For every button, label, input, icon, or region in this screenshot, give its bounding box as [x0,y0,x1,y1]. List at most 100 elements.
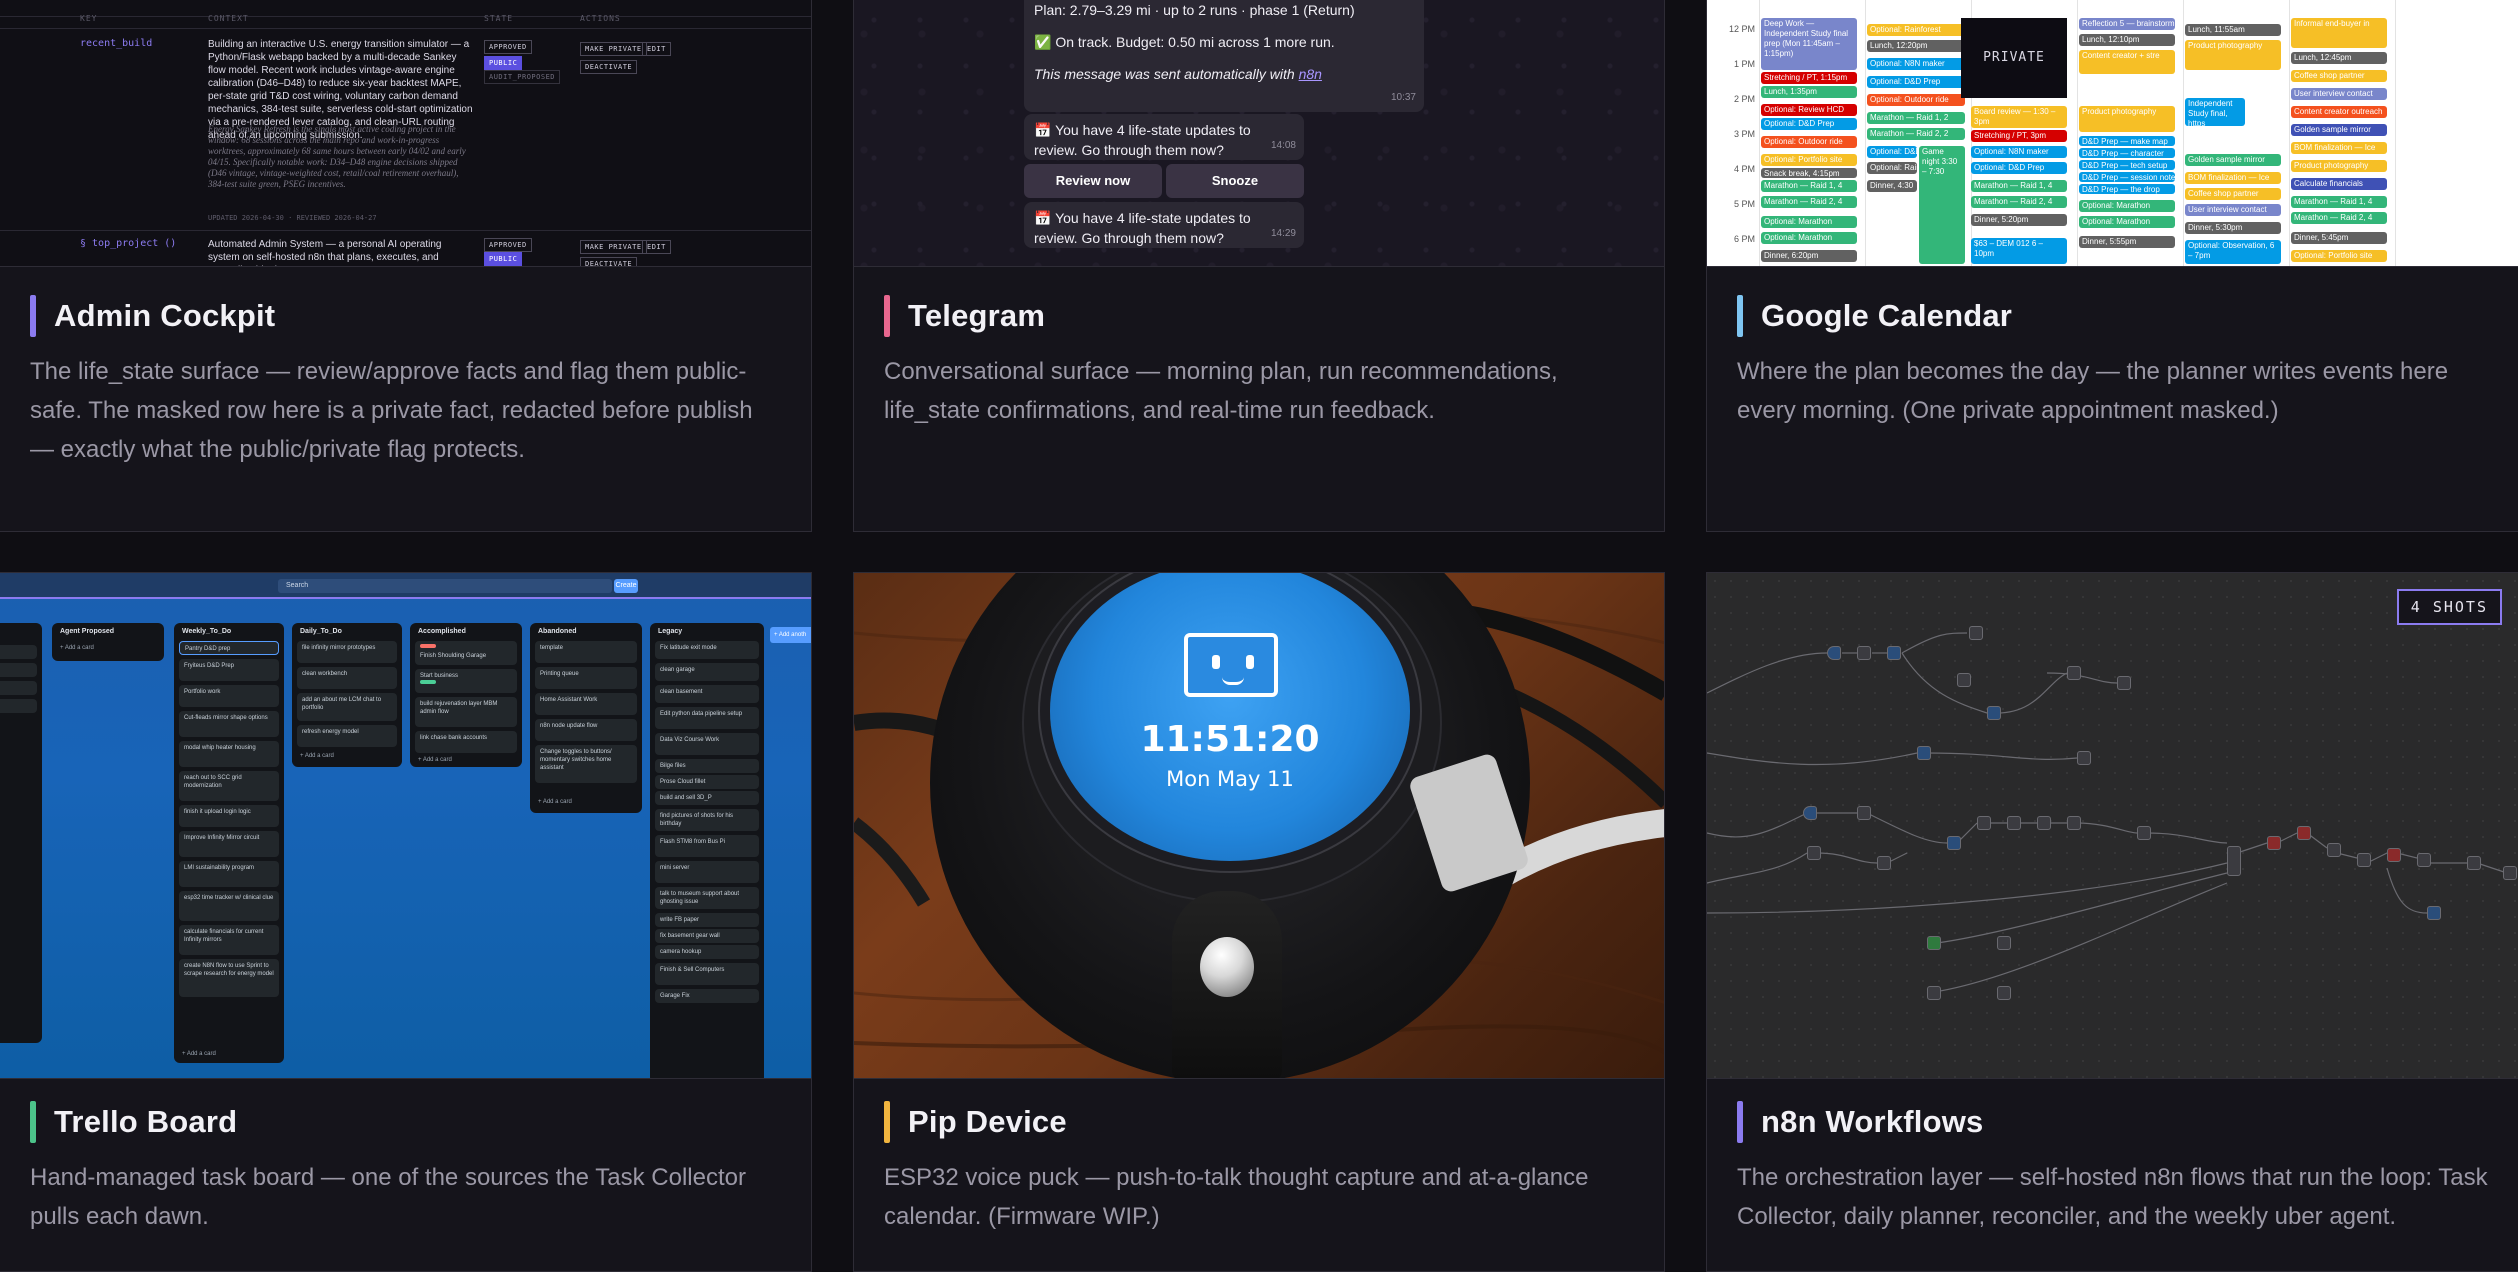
workflow-node[interactable] [1887,646,1901,660]
workflow-node[interactable] [2137,826,2151,840]
calendar-event[interactable]: Product photography [2079,106,2175,132]
workflow-node[interactable] [1927,986,1941,1000]
calendar-event[interactable]: Optional: Portfolio site [2291,250,2387,262]
card-google-calendar[interactable]: 12 PM 1 PM 2 PM 3 PM 4 PM 5 PM 6 PM Deep… [1706,0,2518,532]
trello-card[interactable]: build rejuvenation layer MBM admin flow [415,697,517,727]
calendar-event[interactable]: Marathon — Raid 1, 4 [2291,196,2387,208]
calendar-event[interactable]: $63 – DEM 012 6 – 10pm [1971,238,2067,264]
n8n-link[interactable]: n8n [1299,66,1322,82]
calendar-event[interactable]: Optional: Observation, 6 – 7pm [2185,240,2281,264]
calendar-event[interactable]: D&D Prep — session notes [2079,172,2175,182]
workflow-node[interactable] [2007,816,2021,830]
trello-card[interactable]: clean garage [655,663,759,681]
trello-card[interactable] [0,699,37,713]
calendar-event[interactable]: Optional: D&D Prep [1867,146,1917,158]
trello-card[interactable]: Home Assistant Work [535,693,637,715]
calendar-event[interactable]: Optional: D&D Prep [1971,162,2067,174]
trello-card[interactable]: Start business [415,669,517,693]
shots-badge[interactable]: 4 SHOTS [2396,589,2502,625]
calendar-event[interactable]: BOM finalization — Ice [2291,142,2387,154]
trello-card[interactable]: create N8N flow to use Sprint to scrape … [179,959,279,997]
calendar-event[interactable]: Optional: Marathon [1761,216,1857,228]
trello-card[interactable] [0,681,37,695]
workflow-node[interactable] [1877,856,1891,870]
search-input[interactable]: Search [278,579,612,593]
calendar-event[interactable]: Optional: Marathon [2079,200,2175,212]
calendar-event[interactable]: Board review — 1:30 – 3pm [1971,106,2067,128]
trello-card[interactable]: LMI sustainability program [179,861,279,887]
calendar-event[interactable]: Dinner, 5:30pm [2185,222,2281,234]
trello-card[interactable]: fix basement gear wall [655,929,759,943]
edit-button[interactable]: EDIT [642,42,671,56]
trello-card[interactable]: Printing queue [535,667,637,689]
workflow-node[interactable] [2467,856,2481,870]
review-now-button[interactable]: Review now [1024,164,1162,198]
calendar-event[interactable]: Calculate financials [2291,178,2387,190]
deactivate-button[interactable]: DEACTIVATE [580,60,638,74]
workflow-node[interactable] [2297,826,2311,840]
workflow-node[interactable] [2267,836,2281,850]
trello-card[interactable]: file infinity mirror prototypes [297,641,397,663]
workflow-node[interactable] [1917,746,1931,760]
workflow-node[interactable] [2327,843,2341,857]
workflow-node[interactable] [2067,816,2081,830]
trello-card[interactable]: Pantry D&D prep [179,641,279,655]
trello-card[interactable]: Fix latitude exit mode [655,641,759,659]
workflow-node[interactable] [2227,846,2241,876]
calendar-event[interactable]: Dinner, 4:30 [1867,180,1917,192]
trello-card[interactable] [0,663,37,677]
trello-card[interactable]: reach out to SCC grid modernization [179,771,279,801]
trello-card[interactable]: Data Viz Course Work [655,733,759,755]
trello-card[interactable]: build and sell 3D_P [655,791,759,805]
calendar-event[interactable]: Independent Study final, https [2185,98,2245,126]
trello-card[interactable]: clean basement [655,685,759,703]
trello-card[interactable]: clean workbench [297,667,397,689]
calendar-event[interactable]: Optional: Rainforest [1867,24,1965,36]
calendar-event[interactable]: Marathon — Raid 1, 4 [1971,180,2067,192]
card-n8n-workflows[interactable]: 4 SHOTS n8n Workflows The orchestration … [1706,572,2518,1272]
trello-card[interactable]: Garage Fix [655,989,759,1003]
calendar-event[interactable]: Dinner, 5:55pm [2079,236,2175,248]
workflow-node[interactable] [2387,848,2401,862]
calendar-event[interactable]: Lunch, 12:45pm [2291,52,2387,64]
calendar-event[interactable]: Coffee shop partner [2291,70,2387,82]
calendar-event[interactable]: Optional: D&D Prep [1867,76,1965,88]
calendar-event[interactable]: Stretching / PT, 1:15pm [1761,72,1857,84]
trello-card[interactable]: talk to museum support about ghosting is… [655,887,759,909]
trello-card[interactable]: mini server [655,861,759,883]
calendar-event[interactable]: Content creator + stre [2079,50,2175,74]
workflow-node[interactable] [2117,676,2131,690]
trello-card[interactable]: Change toggles to buttons/ momentary swi… [535,745,637,783]
trello-card[interactable]: Cut-fleads mirror shape options [179,711,279,737]
workflow-node[interactable] [1997,936,2011,950]
calendar-event[interactable]: Optional: Outdoor ride [1761,136,1857,148]
calendar-event[interactable]: Marathon — Raid 1, 4 [1761,180,1857,192]
trello-card[interactable]: Fryiteus D&D Prep [179,659,279,681]
trello-card[interactable]: Edit python data pipeline setup [655,707,759,729]
calendar-event[interactable]: Product photography [2291,160,2387,172]
add-card-button[interactable]: + Add a card [300,753,334,759]
trello-card[interactable]: Finish & Sell Computers [655,963,759,985]
calendar-event[interactable]: D&D Prep — the drop [2079,184,2175,194]
calendar-event[interactable]: Optional: D&D Prep [1761,118,1857,130]
calendar-event[interactable]: Stretching / PT, 3pm [1971,130,2067,142]
edit-button[interactable]: EDIT [642,240,671,254]
calendar-event[interactable]: Marathon — Raid 2, 4 [2291,212,2387,224]
workflow-node[interactable] [1827,646,1841,660]
card-telegram[interactable]: Plan: 2.79–3.29 mi · up to 2 runs · phas… [853,0,1665,532]
make-private-button[interactable]: MAKE PRIVATE [580,42,647,56]
trello-card[interactable]: link chase bank accounts [415,731,517,753]
calendar-event[interactable]: User interview contact [2291,88,2387,100]
workflow-node[interactable] [2417,853,2431,867]
trello-card[interactable]: write FB paper [655,913,759,927]
calendar-event[interactable]: Optional: Marathon [1761,232,1857,244]
trello-card[interactable]: add an about me LCM chat to portfolio [297,693,397,721]
calendar-event[interactable]: D&D Prep — character [2079,148,2175,158]
calendar-event[interactable]: Lunch, 11:55am [2185,24,2281,36]
calendar-event[interactable]: Golden sample mirror [2185,154,2281,166]
trello-card[interactable]: Finish Shoulding Garage [415,641,517,665]
workflow-node[interactable] [1987,706,2001,720]
calendar-event[interactable]: Lunch, 12:10pm [2079,34,2175,46]
workflow-node[interactable] [1947,836,1961,850]
calendar-event[interactable]: D&D Prep — make map [2079,136,2175,146]
